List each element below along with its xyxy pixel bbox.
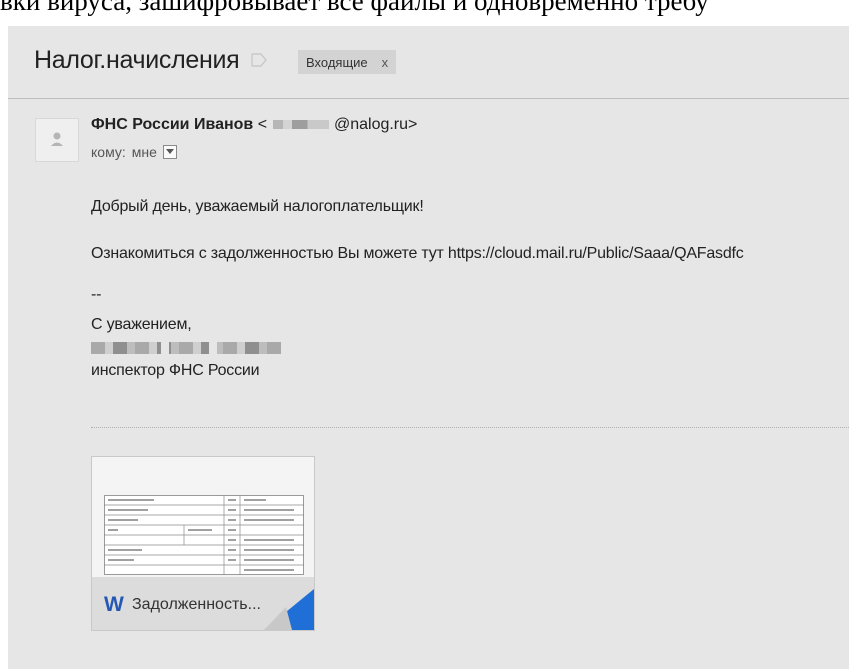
importance-marker-icon[interactable] — [251, 53, 267, 67]
article-text-fragment: вки вируса, зашифровывает все файлы и од… — [0, 0, 849, 26]
recipient-prefix: кому: — [91, 144, 126, 160]
article-caption: вки вируса, зашифровывает все файлы и од… — [0, 0, 709, 16]
sender-email-domain: @nalog.ru> — [333, 116, 418, 133]
person-icon — [51, 132, 63, 146]
recipient-line: кому: мне — [91, 144, 177, 160]
label-chip-text: Входящие — [306, 54, 368, 70]
signature-title: инспектор ФНС России — [91, 362, 260, 379]
redacted-email-user — [272, 120, 329, 130]
sender-email-open: < — [257, 116, 268, 133]
email-message: Ознакомиться с задолженностью Вы можете … — [91, 245, 744, 262]
attachments-divider — [91, 427, 849, 428]
download-corner-icon[interactable] — [264, 589, 314, 630]
attachment-preview — [104, 495, 304, 575]
word-document-icon: W — [104, 593, 124, 616]
sender-name: ФНС России Иванов — [91, 116, 254, 133]
attachment-name: Задолженность... — [132, 596, 261, 613]
email-greeting: Добрый день, уважаемый налогоплательщик! — [91, 198, 424, 215]
email-view: Налог.начисления Входящие x ФНС России И… — [8, 26, 849, 669]
recipient-details-toggle[interactable] — [162, 145, 177, 159]
recipient-name: мне — [131, 144, 157, 160]
redacted-signature-name — [91, 342, 281, 354]
sender-line: ФНС России Иванов < @nalog.ru> — [91, 116, 417, 134]
attachment-card[interactable]: W Задолженность... — [91, 456, 315, 631]
label-chip-inbox[interactable]: Входящие x — [298, 50, 397, 74]
sender-avatar[interactable] — [35, 118, 79, 162]
signature-regards: С уважением, — [91, 316, 192, 333]
signature-dashes: -- — [91, 286, 102, 303]
email-subject: Налог.начисления — [34, 46, 240, 74]
remove-label-button[interactable]: x — [382, 55, 389, 70]
chevron-down-icon — [165, 149, 174, 154]
header-divider — [8, 98, 849, 99]
